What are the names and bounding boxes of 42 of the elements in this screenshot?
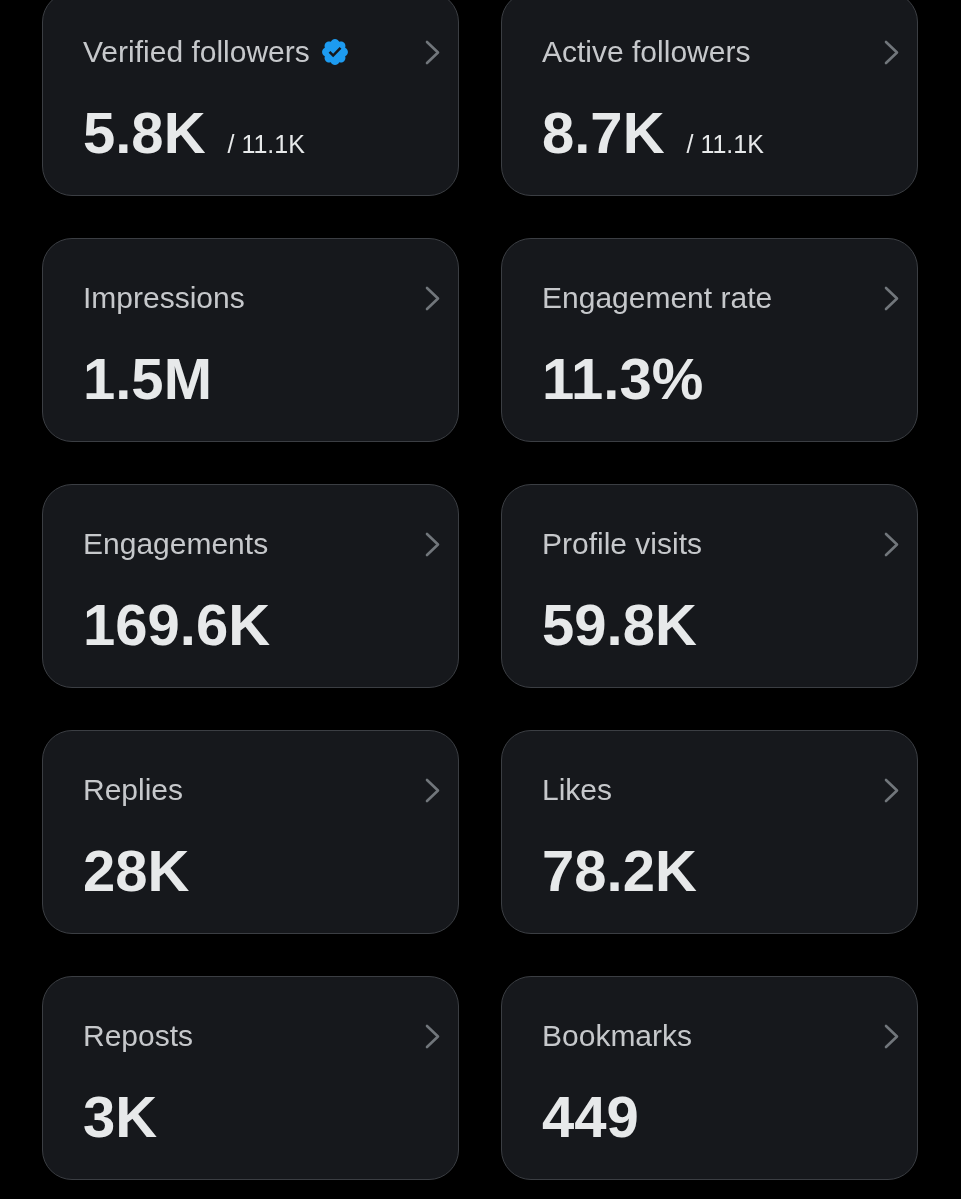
stat-value: 59.8K xyxy=(542,593,697,657)
stat-total: / 11.1K xyxy=(686,129,764,159)
chevron-right-icon xyxy=(425,777,440,803)
stat-value: 11.3% xyxy=(542,347,704,411)
chevron-right-icon xyxy=(425,531,440,557)
stat-label: Bookmarks xyxy=(542,1018,693,1054)
chevron-right-icon xyxy=(425,39,440,65)
stat-label: Profile visits xyxy=(542,526,703,562)
stat-value: 1.5M xyxy=(83,347,212,411)
chevron-right-icon xyxy=(884,777,899,803)
stat-label: Impressions xyxy=(83,280,245,316)
stat-card[interactable]: Engagement rate 11.3% xyxy=(501,238,918,442)
stat-value: 449 xyxy=(542,1085,639,1149)
stat-card[interactable]: Impressions 1.5M xyxy=(42,238,459,442)
stat-card[interactable]: Active followers 8.7K / 11.1K xyxy=(501,0,918,196)
chevron-right-icon xyxy=(425,285,440,311)
stat-card[interactable]: Replies 28K xyxy=(42,730,459,934)
stat-card[interactable]: Profile visits 59.8K xyxy=(501,484,918,688)
stat-card[interactable]: Verified followers 5.8K / 11.1K xyxy=(42,0,459,196)
stat-value: 169.6K xyxy=(83,593,271,657)
stat-label: Reposts xyxy=(83,1018,194,1054)
stat-label: Replies xyxy=(83,772,184,808)
stat-label: Engagements xyxy=(83,526,269,562)
stat-card[interactable]: Engagements 169.6K xyxy=(42,484,459,688)
stat-total: / 11.1K xyxy=(227,129,305,159)
stat-value: 28K xyxy=(83,839,190,903)
chevron-right-icon xyxy=(884,285,899,311)
chevron-right-icon xyxy=(884,1023,899,1049)
chevron-right-icon xyxy=(884,531,899,557)
stat-value: 78.2K xyxy=(542,839,697,903)
stat-card[interactable]: Likes 78.2K xyxy=(501,730,918,934)
stat-value: 3K xyxy=(83,1085,158,1149)
chevron-right-icon xyxy=(425,1023,440,1049)
stat-card[interactable]: Bookmarks 449 xyxy=(501,976,918,1180)
stat-value: 8.7K xyxy=(542,101,665,165)
stat-label: Engagement rate xyxy=(542,280,773,316)
chevron-right-icon xyxy=(884,39,899,65)
stat-label: Verified followers xyxy=(83,34,310,70)
stat-value: 5.8K xyxy=(83,101,206,165)
stat-label: Active followers xyxy=(542,34,751,70)
stat-card[interactable]: Reposts 3K xyxy=(42,976,459,1180)
stat-label: Likes xyxy=(542,772,613,808)
